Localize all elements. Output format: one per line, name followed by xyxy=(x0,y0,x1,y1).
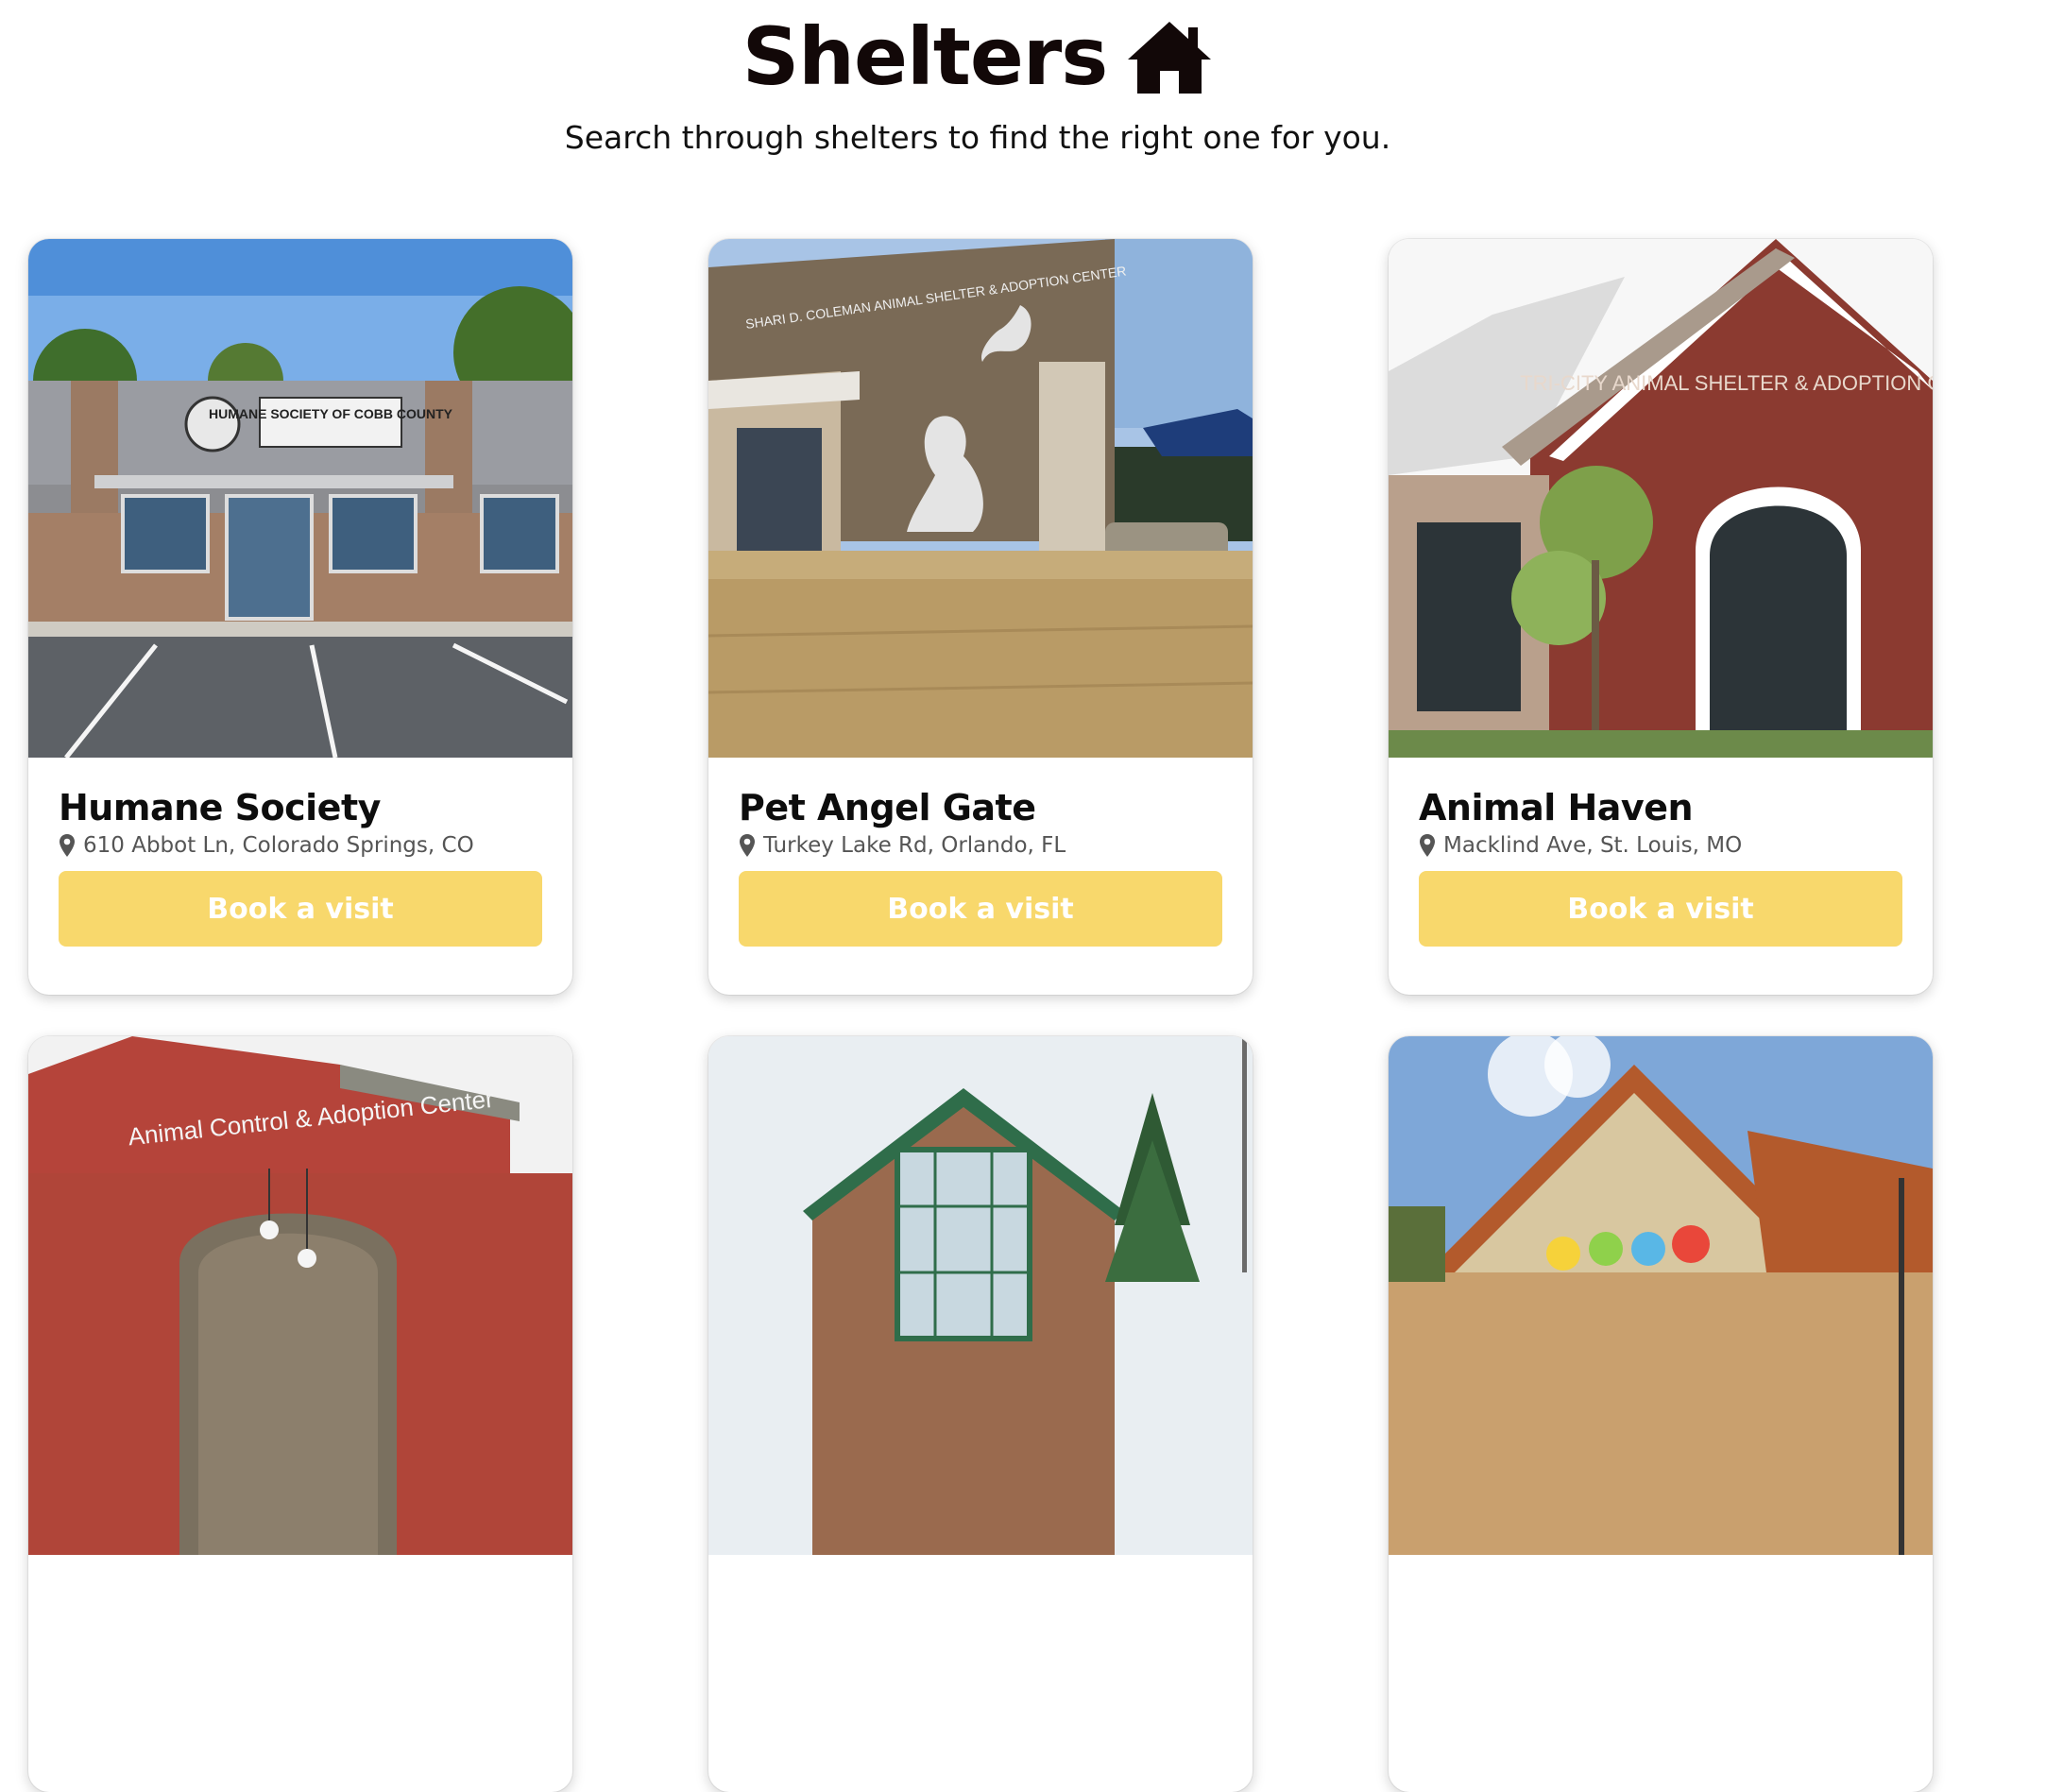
shelter-card xyxy=(708,1036,1253,1792)
shelter-name: Pet Angel Gate xyxy=(739,787,1036,828)
shelter-address: 610 Abbot Ln, Colorado Springs, CO xyxy=(59,833,542,858)
book-visit-button[interactable]: Book a visit xyxy=(1419,871,1902,947)
shelter-address-text: Turkey Lake Rd, Orlando, FL xyxy=(763,833,1066,858)
building-sign: TRI-CITY ANIMAL SHELTER & ADOPTION CENTE… xyxy=(1520,371,1933,395)
location-pin-icon xyxy=(1420,834,1435,857)
shelter-address-text: 610 Abbot Ln, Colorado Springs, CO xyxy=(83,833,474,858)
shelter-card: SHARI D. COLEMAN ANIMAL SHELTER & ADOPTI… xyxy=(708,239,1253,995)
shelter-name: Humane Society xyxy=(59,787,381,828)
location-pin-icon xyxy=(740,834,755,857)
building-sign: HUMANE SOCIETY OF COBB COUNTY xyxy=(209,406,453,421)
location-pin-icon xyxy=(60,834,75,857)
shelter-address: Macklind Ave, St. Louis, MO xyxy=(1419,833,1902,858)
shelter-photo xyxy=(1389,1036,1933,1555)
shelter-card: Animal Control & Adoption Center xyxy=(28,1036,572,1792)
page-title-text: Shelters xyxy=(742,10,1109,103)
shelter-grid: HUMANE SOCIETY OF COBB COUNTY Humane Soc… xyxy=(28,239,1933,1792)
shelter-photo xyxy=(708,1036,1253,1555)
shelter-photo: SHARI D. COLEMAN ANIMAL SHELTER & ADOPTI… xyxy=(708,239,1253,758)
book-visit-button[interactable]: Book a visit xyxy=(59,871,542,947)
book-visit-button[interactable]: Book a visit xyxy=(739,871,1222,947)
page-subtitle: Search through shelters to find the righ… xyxy=(564,119,1391,156)
shelter-photo: HUMANE SOCIETY OF COBB COUNTY xyxy=(28,239,572,758)
shelter-address-text: Macklind Ave, St. Louis, MO xyxy=(1443,833,1743,858)
page-header: Shelters Search through shelters to find… xyxy=(0,0,1955,156)
house-icon xyxy=(1126,18,1213,95)
shelter-card xyxy=(1389,1036,1933,1792)
shelter-name: Animal Haven xyxy=(1419,787,1694,828)
shelter-card: HUMANE SOCIETY OF COBB COUNTY Humane Soc… xyxy=(28,239,572,995)
page-title: Shelters xyxy=(742,0,1214,104)
shelter-photo: TRI-CITY ANIMAL SHELTER & ADOPTION CENTE… xyxy=(1389,239,1933,758)
shelter-photo: Animal Control & Adoption Center xyxy=(28,1036,572,1555)
shelter-card: TRI-CITY ANIMAL SHELTER & ADOPTION CENTE… xyxy=(1389,239,1933,995)
shelter-address: Turkey Lake Rd, Orlando, FL xyxy=(739,833,1222,858)
